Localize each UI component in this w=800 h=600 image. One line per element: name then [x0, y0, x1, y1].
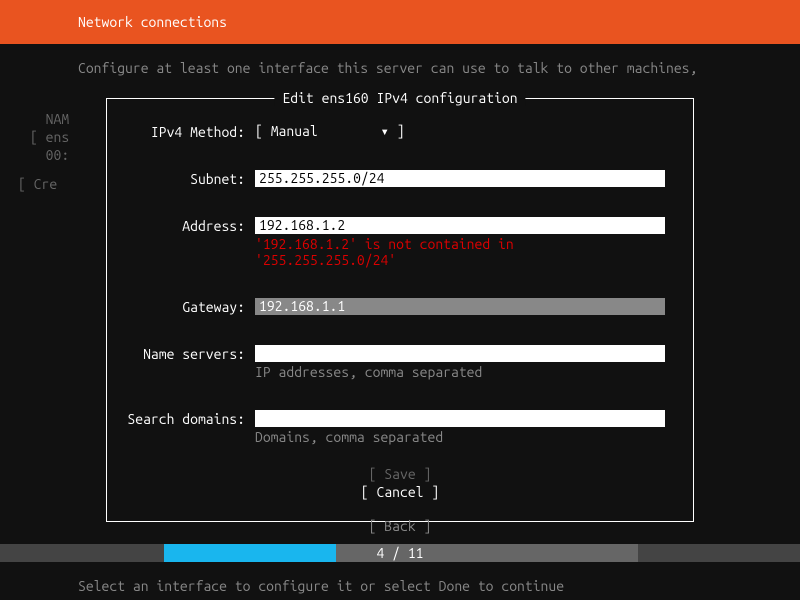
name-servers-label: Name servers:: [125, 345, 255, 362]
address-input[interactable]: 192.168.1.2: [255, 217, 665, 234]
bg-line: NAM: [30, 110, 69, 128]
back-button[interactable]: [ Back ]: [0, 518, 800, 534]
search-domains-hint: Domains, comma separated: [255, 429, 675, 445]
chevron-down-icon: ▾: [380, 123, 388, 140]
cancel-button[interactable]: [ Cancel ]: [125, 483, 675, 501]
header: Network connections: [0, 0, 800, 44]
ipv4-config-dialog: Edit ens160 IPv4 configuration IPv4 Meth…: [106, 98, 694, 522]
subnet-label: Subnet:: [125, 170, 255, 187]
progress-text: 4 / 11: [0, 545, 800, 561]
address-error: '192.168.1.2' is not contained in '255.2…: [255, 236, 675, 268]
subnet-input[interactable]: 255.255.255.0/24: [255, 170, 665, 187]
bg-line: 00:: [30, 146, 69, 164]
footer-hint: Select an interface to configure it or s…: [78, 578, 564, 594]
search-domains-input[interactable]: [255, 410, 665, 427]
ipv4-method-select[interactable]: [ Manual ▾ ]: [255, 123, 405, 139]
name-servers-hint: IP addresses, comma separated: [255, 364, 675, 380]
page-title: Network connections: [78, 14, 227, 30]
gateway-input[interactable]: 192.168.1.1: [255, 298, 665, 315]
bg-line: [ ens: [30, 128, 69, 146]
background-interface-list: NAM [ ens 00:: [30, 110, 69, 164]
progress-track: 4 / 11: [0, 544, 800, 562]
save-button[interactable]: [ Save ]: [125, 465, 675, 483]
address-label: Address:: [125, 217, 255, 234]
method-label: IPv4 Method:: [125, 123, 255, 140]
dialog-title: Edit ens160 IPv4 configuration: [274, 90, 525, 106]
name-servers-input[interactable]: [255, 345, 665, 362]
bg-create-line: [ Cre: [18, 176, 57, 192]
search-domains-label: Search domains:: [125, 410, 255, 427]
instruction-text: Configure at least one interface this se…: [0, 44, 800, 88]
gateway-label: Gateway:: [125, 298, 255, 315]
